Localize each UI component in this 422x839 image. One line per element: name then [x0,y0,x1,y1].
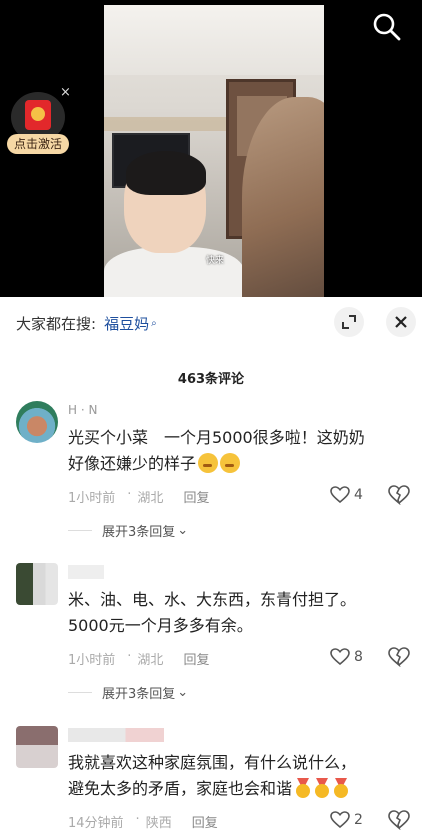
meta-separator: · [135,812,140,827]
chevron-down-icon: ⌄ [177,523,189,538]
video-frame[interactable]: 快来 [104,5,324,297]
avatar[interactable] [16,563,58,605]
expand-replies-label: 展开3条回复 [102,525,176,540]
like-button[interactable]: 4 [330,486,363,504]
video-ceiling [104,5,324,75]
comment-text-line: 5000元一个月多多有余。 [68,616,253,635]
comment-text-line: 好像还嫌少的样子 [68,454,197,473]
dislike-button[interactable] [388,810,410,834]
redpacket-activate-label[interactable]: 点击激活 [7,134,69,154]
expand-replies-button[interactable]: 展开3条回复 ⌄ [68,521,188,540]
avatar[interactable] [16,726,58,768]
thinking-emoji-icon [198,453,219,473]
like-button[interactable]: 8 [330,648,363,666]
expand-replies-button[interactable]: 展开3条回复 ⌄ [68,683,188,702]
meta-separator: · [127,649,132,664]
broken-heart-icon [388,485,410,506]
comment-text-line-2: 避免太多的矛盾，家庭也会和谐 [68,776,408,802]
comment-location: 湖北 [137,491,164,506]
dislike-button[interactable] [388,647,410,671]
divider [68,530,92,531]
comment-sheet: 大家都在搜: 福豆妈 ⌕ 463条评论 H · N 光买个小菜 一个月5000很… [0,297,422,839]
heart-icon [330,486,350,504]
comment-time: 1小时前 [68,491,116,506]
comment-text-line: 我就喜欢这种家庭氛围，有什么说什么， [68,753,357,772]
expand-button[interactable] [334,307,364,337]
comment-author[interactable]: H · N [68,403,97,417]
comment-location: 陕西 [145,816,172,831]
heart-icon [330,648,350,666]
comment-text: 光买个小菜 一个月5000很多啦！这奶奶 好像还嫌少的样子 [68,425,408,477]
thinking-emoji-icon [220,453,241,473]
trending-search-term[interactable]: 福豆妈 [104,313,149,334]
close-sheet-button[interactable] [386,307,416,337]
comment-text-line: 避免太多的矛盾，家庭也会和谐 [68,779,293,798]
search-icon [373,13,401,41]
trending-search-bar[interactable]: 大家都在搜: 福豆妈 ⌕ [16,311,157,335]
broken-heart-icon [388,810,410,831]
redpacket-close-icon[interactable]: × [60,85,71,100]
video-player[interactable]: 快来 点击激活 × [0,0,422,297]
comment-text-line: 光买个小菜 一个月5000很多啦！这奶奶 [68,428,365,447]
expand-replies-label: 展开3条回复 [102,687,176,702]
medal-emoji-icon [333,778,349,798]
medal-emoji-icon [295,778,311,798]
like-button[interactable]: 2 [330,811,363,829]
like-count: 4 [354,487,363,503]
comment-author[interactable] [68,565,104,579]
redpacket-seal-icon [31,107,45,121]
comment-text: 我就喜欢这种家庭氛围，有什么说什么， 避免太多的矛盾，家庭也会和谐 [68,750,408,802]
comment-text-line: 米、油、电、水、大东西，东青付担了。 [68,590,357,609]
comment-text-line-2: 好像还嫌少的样子 [68,451,408,477]
close-icon [395,316,407,328]
video-caption: 快来 [206,256,225,266]
reply-button[interactable]: 回复 [192,812,218,831]
comment-meta: 1小时前 · 湖北 回复 [68,487,209,506]
dislike-button[interactable] [388,485,410,509]
comment-meta: 1小时前 · 湖北 回复 [68,649,209,668]
reply-button[interactable]: 回复 [183,649,209,668]
redpacket-widget[interactable]: 点击激活 [7,92,69,158]
divider [68,692,92,693]
trending-search-prefix: 大家都在搜: [16,314,97,333]
reply-button[interactable]: 回复 [183,487,209,506]
comment-count: 463条评论 [177,372,245,387]
meta-separator: · [127,487,132,502]
like-count: 2 [354,812,363,828]
comment-meta: 14分钟前 · 陕西 回复 [68,812,218,831]
comment-text: 米、油、电、水、大东西，东青付担了。 5000元一个月多多有余。 [68,587,408,639]
medal-emoji-icon [314,778,330,798]
search-button[interactable] [370,10,404,44]
avatar[interactable] [16,401,58,443]
chevron-down-icon: ⌄ [177,685,189,700]
comment-time: 14分钟前 [68,816,124,831]
heart-icon [330,811,350,829]
like-count: 8 [354,649,363,665]
search-term-icon: ⌕ [151,317,157,329]
comment-location: 湖北 [137,653,164,668]
expand-icon [342,315,356,329]
video-child-hair [126,151,206,195]
comment-time: 1小时前 [68,653,116,668]
broken-heart-icon [388,647,410,668]
comment-author[interactable] [68,728,164,742]
